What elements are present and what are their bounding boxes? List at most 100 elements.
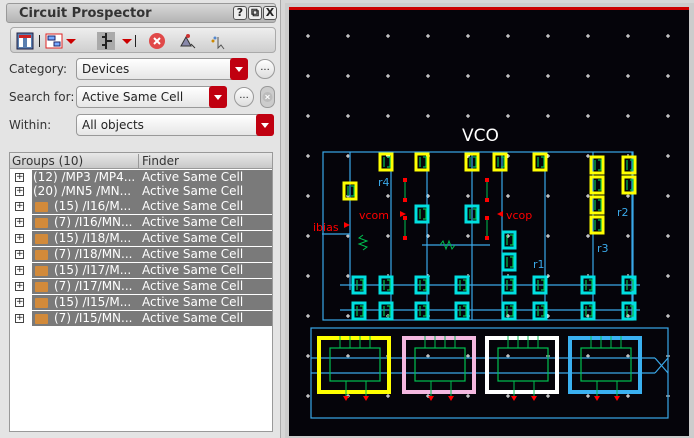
- tree-row[interactable]: + (7) /I16/MN... Active Same Cell: [10, 215, 272, 230]
- transistor-symbol: [594, 179, 602, 191]
- finder-name: Active Same Cell: [142, 184, 244, 198]
- expand-icon[interactable]: +: [15, 282, 24, 291]
- category-options-button[interactable]: ...: [255, 59, 275, 79]
- group-name: (12) /MP3 /MP4...: [33, 170, 136, 184]
- grid-point: [466, 194, 470, 198]
- transistor-symbol: [469, 156, 477, 168]
- grid-point: [666, 34, 670, 38]
- label-r4: r4: [378, 176, 390, 189]
- pointer-icon[interactable]: [209, 32, 227, 50]
- finder-name: Active Same Cell: [142, 263, 244, 277]
- find-icon[interactable]: [179, 32, 197, 50]
- net-dropdown-icon[interactable]: [121, 32, 133, 50]
- grid-point: [546, 114, 550, 118]
- grid-point: [346, 234, 350, 238]
- grid-point: [666, 154, 670, 158]
- grid-point: [546, 74, 550, 78]
- folder-icon: [35, 250, 48, 260]
- wire-crossover: [654, 357, 669, 374]
- tree-row[interactable]: + (20) /MN5 /MN... Active Same Cell: [10, 184, 272, 199]
- expand-icon[interactable]: +: [15, 314, 24, 323]
- grid-point: [386, 234, 390, 238]
- grid-point: [346, 274, 350, 278]
- folder-icon: [35, 234, 48, 244]
- pin-vcop: [497, 211, 503, 217]
- grid-point: [346, 114, 350, 118]
- category-select[interactable]: Devices: [76, 58, 248, 80]
- transistor-symbol: [537, 156, 545, 168]
- transistor-symbol: [594, 199, 602, 211]
- tree-row[interactable]: + (15) /I18/M... Active Same Cell: [10, 231, 272, 246]
- within-select[interactable]: All objects: [76, 114, 274, 136]
- finder-name: Active Same Cell: [142, 199, 244, 213]
- column-header-groups[interactable]: Groups (10): [12, 154, 83, 168]
- expand-icon[interactable]: +: [15, 187, 24, 196]
- select-dropdown-icon[interactable]: [65, 32, 77, 50]
- expand-icon[interactable]: +: [15, 250, 24, 259]
- grid-point: [386, 74, 390, 78]
- grid-point: [586, 114, 590, 118]
- transistor-symbol: [347, 185, 355, 197]
- within-value: All objects: [82, 118, 144, 132]
- grid-point: [546, 234, 550, 238]
- grid-point: [306, 314, 310, 318]
- tree-row[interactable]: + (12) /MP3 /MP4... Active Same Cell: [10, 170, 272, 185]
- tree-row[interactable]: + (15) /I17/M... Active Same Cell: [10, 263, 272, 278]
- group-name: (15) /I15/M...: [54, 295, 132, 309]
- probe-icon[interactable]: [16, 32, 34, 50]
- grid-point: [466, 34, 470, 38]
- grid-point: [586, 154, 590, 158]
- folder-icon: [35, 282, 48, 292]
- tree-row[interactable]: + (7) /I18/MN... Active Same Cell: [10, 247, 272, 262]
- chevron-down-icon[interactable]: [209, 86, 227, 108]
- grid-point: [506, 74, 510, 78]
- expand-icon[interactable]: +: [15, 234, 24, 243]
- grid-point: [306, 394, 310, 398]
- grid-point: [306, 154, 310, 158]
- restore-button[interactable]: ⧉: [248, 6, 262, 20]
- transistor-symbol: [585, 305, 593, 317]
- grid-point: [306, 234, 310, 238]
- circuit-prospector-panel: Circuit Prospector ? ⧉ X Category: Devic…: [0, 0, 281, 438]
- help-button[interactable]: ?: [233, 6, 247, 20]
- tree-row[interactable]: + (15) /I16/M... Active Same Cell: [10, 199, 272, 214]
- grid-point: [386, 394, 390, 398]
- chevron-down-icon[interactable]: [230, 58, 248, 80]
- select-group-icon[interactable]: [45, 32, 63, 50]
- grid-point: [626, 194, 630, 198]
- expand-icon[interactable]: +: [15, 298, 24, 307]
- clear-icon[interactable]: [148, 32, 166, 50]
- column-header-finder[interactable]: Finder: [138, 154, 179, 168]
- expand-icon[interactable]: +: [15, 173, 24, 182]
- finder-name: Active Same Cell: [142, 295, 244, 309]
- close-button[interactable]: X: [263, 6, 277, 20]
- pin: [363, 396, 369, 401]
- expand-icon[interactable]: +: [15, 266, 24, 275]
- tree-row[interactable]: + (7) /I15/MN... Active Same Cell: [10, 311, 272, 326]
- groups-tree[interactable]: Groups (10) Finder + (12) /MP3 /MP4... A…: [9, 152, 273, 432]
- grid-point: [466, 394, 470, 398]
- folder-icon: [35, 202, 48, 212]
- net-icon[interactable]: [97, 32, 115, 50]
- inverter-stage: [580, 347, 632, 382]
- inverter-stage: [414, 347, 466, 382]
- tree-row[interactable]: + (15) /I15/M... Active Same Cell: [10, 295, 272, 310]
- panel-title: Circuit Prospector: [19, 6, 152, 21]
- grid-point: [546, 394, 550, 398]
- grid-point: [426, 74, 430, 78]
- expand-icon[interactable]: +: [15, 218, 24, 227]
- clear-search-button[interactable]: [260, 86, 275, 108]
- search-select[interactable]: Active Same Cell: [76, 86, 227, 108]
- transistor-symbol: [506, 256, 514, 268]
- group-name: (7) /I15/MN...: [54, 311, 133, 325]
- tree-row[interactable]: + (7) /I17/MN... Active Same Cell: [10, 279, 272, 294]
- transistor-symbol: [594, 219, 602, 231]
- expand-icon[interactable]: +: [15, 202, 24, 211]
- finder-name: Active Same Cell: [142, 311, 244, 325]
- pin: [403, 236, 407, 240]
- search-options-button[interactable]: ...: [234, 87, 254, 107]
- schematic-canvas[interactable]: VCO vcom vcop ibias r4 r1 r2 r3: [289, 10, 689, 436]
- close-icon: [262, 92, 273, 102]
- chevron-down-icon[interactable]: [256, 114, 274, 136]
- grid-point: [306, 274, 310, 278]
